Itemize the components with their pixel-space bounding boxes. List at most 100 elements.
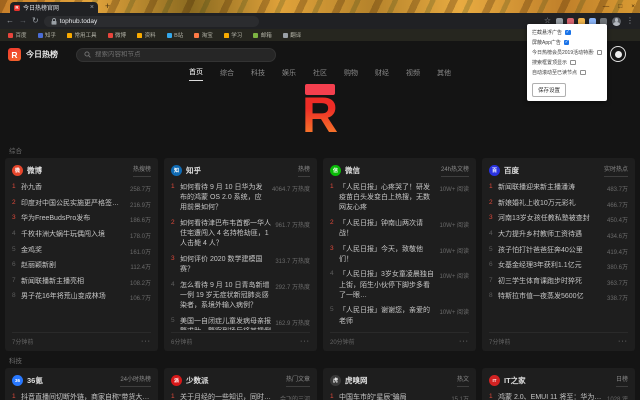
source-name[interactable]: 36氪 — [27, 375, 43, 386]
list-item[interactable]: 4 怎么看待 9 月 10 日青岛新增一例 19 岁无症状新冠肺炎感染者，系境外… — [171, 281, 310, 311]
source-icon: 百 — [489, 165, 500, 176]
url-box[interactable]: tophub.today — [43, 15, 259, 27]
reload-icon[interactable]: ↻ — [32, 17, 39, 25]
list-item[interactable]: 2 新娘婚礼上收10万元彩礼 466.7万 — [489, 199, 628, 209]
list-item[interactable]: 1 「人民日报」心疼哭了！研发疫苗白头发变白上热搜，无数网友心疼 10W+ 阅读 — [330, 183, 469, 213]
list-item[interactable]: 6 赵丽颖新剧 112.4万 — [12, 261, 151, 271]
source-name[interactable]: 少数派 — [186, 375, 209, 386]
list-item[interactable]: 7 新闻联播新主播亮相 108.2万 — [12, 277, 151, 287]
bookmark-favicon — [223, 32, 229, 38]
forward-icon[interactable]: → — [19, 17, 27, 25]
bookmark-item[interactable]: 翻译 — [282, 31, 302, 39]
list-item[interactable]: 4 千枚非洲大蜗牛玩偶闯入境 178.0万 — [12, 230, 151, 240]
list-type-badge[interactable]: 24小时热榜 — [120, 374, 151, 387]
more-icon[interactable]: ··· — [300, 338, 310, 344]
bookmark-label: 翻译 — [290, 33, 302, 39]
list-item[interactable]: 2 印度对中国公民实施更严格签证规定 216.9万 — [12, 199, 151, 209]
bookmark-item[interactable]: B站 — [166, 31, 183, 39]
bookmark-item[interactable]: 资料 — [137, 31, 156, 39]
list-type-badge[interactable]: 24h热文榜 — [440, 164, 469, 177]
bookmark-item[interactable]: 邮箱 — [253, 31, 272, 39]
bookmark-item[interactable]: 淘宝 — [194, 31, 213, 39]
list-item[interactable]: 4 大力提升乡村教师工资待遇 434.6万 — [489, 230, 628, 240]
bookmark-item[interactable]: 常用工具 — [67, 31, 97, 39]
list-item[interactable]: 3 「人民日报」今天，致敬他们！ 10W+ 阅读 — [330, 245, 469, 265]
list-item[interactable]: 1 中国车市的“星辰”骗局 15.1万 — [330, 393, 469, 400]
list-type-badge[interactable]: 实时热点 — [603, 164, 628, 177]
nav-item[interactable]: 财经 — [375, 68, 389, 81]
list-item[interactable]: 1 新闻联播迎来新主播潘涛 483.7万 — [489, 183, 628, 193]
more-icon[interactable]: ··· — [141, 338, 151, 344]
list-item[interactable]: 5 孩子怕打针爸爸狂奔40公里 419.4万 — [489, 246, 628, 256]
list-item[interactable]: 5 「人民日报」谢谢您，亲爱的老师 10W+ 阅读 — [330, 306, 469, 326]
popup-option-checkbox[interactable]: ✓ — [565, 30, 571, 36]
list-type-badge[interactable]: 热文 — [456, 374, 469, 387]
source-icon: 虎 — [330, 375, 341, 386]
more-icon[interactable]: ··· — [459, 338, 469, 344]
search-box[interactable] — [76, 47, 276, 62]
popup-option-checkbox[interactable]: ✓ — [563, 40, 570, 46]
browser-tab[interactable]: R 今日热榜官网 × — [10, 2, 98, 13]
window-maximize-button[interactable]: □ — [618, 3, 622, 10]
popup-option-checkbox[interactable] — [596, 49, 602, 56]
more-icon[interactable]: ··· — [618, 338, 628, 344]
list-item[interactable]: 3 华为FreeBudsPro发布 186.6万 — [12, 214, 151, 224]
site-logo-text[interactable]: 今日热榜 — [26, 49, 58, 60]
list-type-badge[interactable]: 热门文章 — [285, 374, 310, 387]
source-name[interactable]: 微博 — [27, 165, 42, 176]
nav-item[interactable]: 娱乐 — [282, 68, 296, 81]
window-close-button[interactable]: × — [631, 3, 635, 10]
source-name[interactable]: 微信 — [345, 165, 360, 176]
list-item[interactable]: 1 孙九香 258.7万 — [12, 183, 151, 193]
list-item[interactable]: 1 如何看待 9 月 10 日华为发布的鸿蒙 OS 2.0 系统，应用前景如何？… — [171, 183, 310, 213]
list-item[interactable]: 8 男子花16年将荒山变成林场 106.7万 — [12, 292, 151, 302]
list-type-badge[interactable]: 热榜 — [297, 164, 310, 177]
item-rank: 4 — [330, 270, 334, 278]
list-item[interactable]: 7 初三学生体育课跑步时猝死 363.7万 — [489, 277, 628, 287]
nav-item[interactable]: 社区 — [313, 68, 327, 81]
bookmark-item[interactable]: 百度 — [8, 31, 27, 39]
tab-close-icon[interactable]: × — [90, 4, 94, 11]
nav-item[interactable]: 科技 — [251, 68, 265, 81]
list-type-badge[interactable]: 日榜 — [615, 374, 628, 387]
item-title: 「人民日报」3岁女童凌晨独自上街，陌生小伙停下脚步多看了一眼… — [339, 271, 434, 299]
list-item[interactable]: 1 鸿蒙 2.0、EMUI 11 将至：华为开发者大会 2020 1028 评 — [489, 393, 628, 400]
site-logo[interactable]: R — [8, 48, 21, 61]
new-tab-button[interactable]: + — [105, 1, 110, 11]
nav-item[interactable]: 综合 — [220, 68, 234, 81]
search-input[interactable] — [95, 51, 268, 58]
item-value: 108.2万 — [129, 280, 151, 287]
source-name[interactable]: 虎嗅网 — [345, 375, 368, 386]
item-rank: 2 — [489, 198, 493, 206]
nav-item[interactable]: 视频 — [406, 68, 420, 81]
bookmark-item[interactable]: 微博 — [107, 31, 126, 39]
nav-item[interactable]: 首页 — [189, 67, 203, 81]
list-item[interactable]: 5 美国一自闭症儿童发病母亲报警求助，警察到场后将其摁倒在地… 162.9 万热… — [171, 317, 310, 330]
menu-kebab-icon[interactable]: ⋮ — [626, 17, 634, 25]
profile-avatar[interactable] — [612, 16, 621, 26]
bookmark-item[interactable]: 知乎 — [37, 31, 56, 39]
list-item[interactable]: 4 「人民日报」3岁女童凌晨独自上街，陌生小伙停下脚步多看了一眼… 10W+ 阅… — [330, 270, 469, 300]
list-item[interactable]: 5 金鸡奖 161.0万 — [12, 246, 151, 256]
back-icon[interactable]: ← — [6, 17, 14, 25]
list-item[interactable]: 3 河南13岁女孩任教私塾被查封 450.4万 — [489, 214, 628, 224]
list-item[interactable]: 1 抖音直播间切断外链，商家自称“带货大师”｜反光镜 — [12, 393, 151, 400]
list-item[interactable]: 8 特斯拉市值一夜蒸发5600亿 338.7万 — [489, 292, 628, 302]
source-name[interactable]: IT之家 — [504, 375, 526, 386]
list-item[interactable]: 1 关于月经的一些知识，同时写给男孩和女孩 会飞的三河 — [171, 393, 310, 400]
nav-item[interactable]: 购物 — [344, 68, 358, 81]
list-item[interactable]: 2 如何看待津巴布韦首都一华人住宅遭闯入 4 名持枪劫匪，1 人击毙 4 人？ … — [171, 219, 310, 249]
popup-option-checkbox[interactable] — [570, 59, 576, 66]
save-settings-button[interactable]: 保存设置 — [532, 83, 567, 97]
window-minimize-button[interactable]: — — [603, 3, 610, 10]
list-item[interactable]: 3 如何评价 2020 数学建模国赛？ 313.7 万热度 — [171, 255, 310, 275]
floating-widget-button[interactable] — [610, 46, 626, 62]
list-type-badge[interactable]: 热搜榜 — [132, 164, 151, 177]
nav-item[interactable]: 其他 — [437, 68, 451, 81]
source-name[interactable]: 知乎 — [186, 165, 201, 176]
popup-option-checkbox[interactable] — [580, 69, 586, 76]
source-name[interactable]: 百度 — [504, 165, 519, 176]
list-item[interactable]: 2 「人民日报」钟南山两次请战！ 10W+ 阅读 — [330, 219, 469, 239]
list-item[interactable]: 6 女基金经理3年获利1.1亿元 380.6万 — [489, 261, 628, 271]
bookmark-item[interactable]: 学习 — [223, 31, 242, 39]
